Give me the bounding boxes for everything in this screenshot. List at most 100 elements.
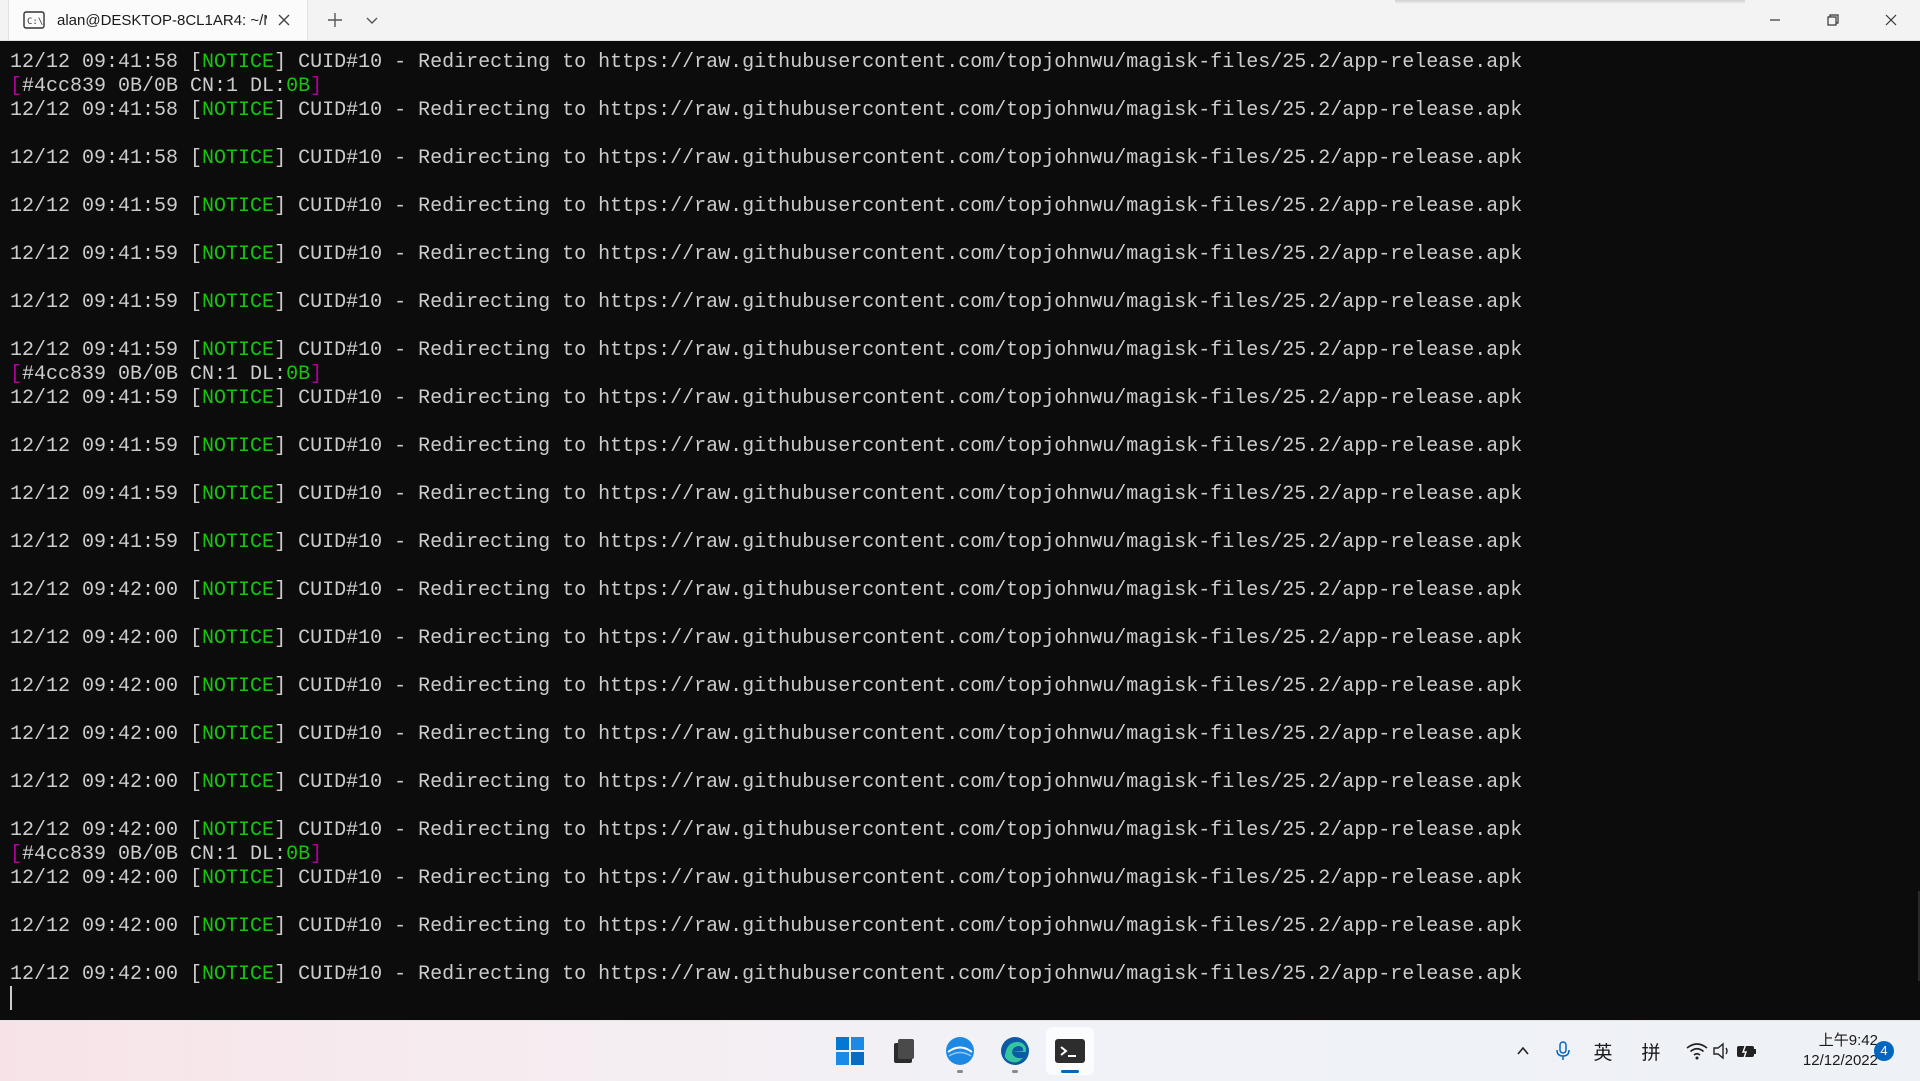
log-level: NOTICE <box>202 339 275 362</box>
text-cursor <box>10 986 12 1010</box>
notification-badge[interactable]: 4 <box>1874 1041 1894 1061</box>
log-url: https://raw.githubusercontent.com/topjoh… <box>598 483 1523 506</box>
progress-stats: #4cc839 0B/0B CN:1 DL: <box>22 843 287 866</box>
restore-button[interactable] <box>1804 0 1862 40</box>
log-cuid: CUID#10 <box>298 579 383 602</box>
chevron-down-icon[interactable] <box>364 12 380 28</box>
ime-mode-button[interactable]: 拼 <box>1636 1021 1666 1081</box>
log-message: Redirecting to <box>418 627 587 650</box>
show-hidden-icons-button[interactable] <box>1510 1021 1536 1081</box>
active-indicator <box>1061 1070 1079 1073</box>
terminal-tab[interactable]: C:\ alan@DESKTOP-8CL1AR4: ~/M <box>8 0 308 40</box>
log-message: Redirecting to <box>418 867 587 890</box>
log-level: NOTICE <box>202 675 275 698</box>
ime-language-button[interactable]: 英 <box>1588 1021 1618 1081</box>
clock-button[interactable]: 上午9:42 12/12/2022 <box>1780 1031 1878 1071</box>
log-timestamp: 12/12 09:42:00 <box>10 771 179 794</box>
log-message: Redirecting to <box>418 339 587 362</box>
log-message: Redirecting to <box>418 435 587 458</box>
log-line: 12/12 09:42:00 [NOTICE] CUID#10 - Redire… <box>10 579 1523 602</box>
log-line: 12/12 09:42:00 [NOTICE] CUID#10 - Redire… <box>10 915 1523 938</box>
log-message: Redirecting to <box>418 147 587 170</box>
log-url: https://raw.githubusercontent.com/topjoh… <box>598 819 1523 842</box>
log-cuid: CUID#10 <box>298 195 383 218</box>
plus-icon[interactable] <box>325 10 345 30</box>
log-line: 12/12 09:41:58 [NOTICE] CUID#10 - Redire… <box>10 147 1523 170</box>
progress-bracket-open: [ <box>10 363 23 386</box>
download-progress-line: [#4cc839 0B/0B CN:1 DL:0B] <box>10 75 1920 99</box>
log-cuid: CUID#10 <box>298 99 383 122</box>
log-message: Redirecting to <box>418 579 587 602</box>
chevron-up-icon <box>1517 1046 1529 1055</box>
log-level: NOTICE <box>202 867 275 890</box>
log-message: Redirecting to <box>418 99 587 122</box>
download-progress-line: [#4cc839 0B/0B CN:1 DL:0B] <box>10 843 1920 867</box>
close-icon <box>1885 14 1897 26</box>
log-cuid: CUID#10 <box>298 675 383 698</box>
minimize-icon <box>1770 19 1780 21</box>
log-line: 12/12 09:42:00 [NOTICE] CUID#10 - Redire… <box>10 675 1523 698</box>
log-timestamp: 12/12 09:41:59 <box>10 339 179 362</box>
close-window-button[interactable] <box>1862 0 1920 40</box>
log-timestamp: 12/12 09:41:59 <box>10 387 179 410</box>
log-cuid: CUID#10 <box>298 531 383 554</box>
log-timestamp: 12/12 09:41:58 <box>10 147 179 170</box>
ime-mode-label: 拼 <box>1641 1042 1661 1064</box>
log-message: Redirecting to <box>418 819 587 842</box>
log-url: https://raw.githubusercontent.com/topjoh… <box>598 867 1523 890</box>
log-url: https://raw.githubusercontent.com/topjoh… <box>598 963 1523 986</box>
progress-bracket-close: ] <box>310 363 323 386</box>
taskbar-file-manager[interactable] <box>880 1027 928 1075</box>
log-timestamp: 12/12 09:41:59 <box>10 243 179 266</box>
progress-bracket-open: [ <box>10 75 23 98</box>
log-level: NOTICE <box>202 243 275 266</box>
log-message: Redirecting to <box>418 675 587 698</box>
log-url: https://raw.githubusercontent.com/topjoh… <box>598 387 1523 410</box>
taskbar-edge[interactable] <box>991 1027 1039 1075</box>
log-cuid: CUID#10 <box>298 867 383 890</box>
log-url: https://raw.githubusercontent.com/topjoh… <box>598 771 1523 794</box>
log-timestamp: 12/12 09:41:58 <box>10 99 179 122</box>
log-url: https://raw.githubusercontent.com/topjoh… <box>598 339 1523 362</box>
log-cuid: CUID#10 <box>298 627 383 650</box>
quick-settings-button[interactable] <box>1682 1021 1762 1081</box>
ime-language-label: 英 <box>1593 1042 1613 1064</box>
log-level: NOTICE <box>202 483 275 506</box>
close-tab-icon[interactable] <box>275 11 293 29</box>
log-line: 12/12 09:41:59 [NOTICE] CUID#10 - Redire… <box>10 243 1523 266</box>
log-timestamp: 12/12 09:42:00 <box>10 723 179 746</box>
log-url: https://raw.githubusercontent.com/topjoh… <box>598 579 1523 602</box>
title-bar[interactable]: C:\ alan@DESKTOP-8CL1AR4: ~/M <box>0 0 1920 41</box>
minimize-button[interactable] <box>1746 0 1804 40</box>
log-url: https://raw.githubusercontent.com/topjoh… <box>598 243 1523 266</box>
taskbar-terminal[interactable] <box>1046 1027 1094 1075</box>
terminal-output[interactable]: 12/12 09:41:58 [NOTICE] CUID#10 - Redire… <box>0 41 1920 1019</box>
microphone-button[interactable] <box>1550 1021 1576 1081</box>
log-line: 12/12 09:42:00 [NOTICE] CUID#10 - Redire… <box>10 963 1523 986</box>
log-cuid: CUID#10 <box>298 291 383 314</box>
log-line: 12/12 09:41:59 [NOTICE] CUID#10 - Redire… <box>10 291 1523 314</box>
log-message: Redirecting to <box>418 51 587 74</box>
log-level: NOTICE <box>202 579 275 602</box>
log-cuid: CUID#10 <box>298 771 383 794</box>
log-level: NOTICE <box>202 723 275 746</box>
log-message: Redirecting to <box>418 243 587 266</box>
log-cuid: CUID#10 <box>298 147 383 170</box>
log-level: NOTICE <box>202 387 275 410</box>
taskbar-browser[interactable] <box>936 1027 984 1075</box>
log-line: 12/12 09:42:00 [NOTICE] CUID#10 - Redire… <box>10 819 1523 842</box>
log-level: NOTICE <box>202 627 275 650</box>
log-url: https://raw.githubusercontent.com/topjoh… <box>598 147 1523 170</box>
log-timestamp: 12/12 09:42:00 <box>10 675 179 698</box>
log-level: NOTICE <box>202 819 275 842</box>
log-cuid: CUID#10 <box>298 243 383 266</box>
start-button[interactable] <box>826 1027 874 1075</box>
titlebar-overlay-shadow <box>1395 0 1745 4</box>
log-timestamp: 12/12 09:42:00 <box>10 579 179 602</box>
